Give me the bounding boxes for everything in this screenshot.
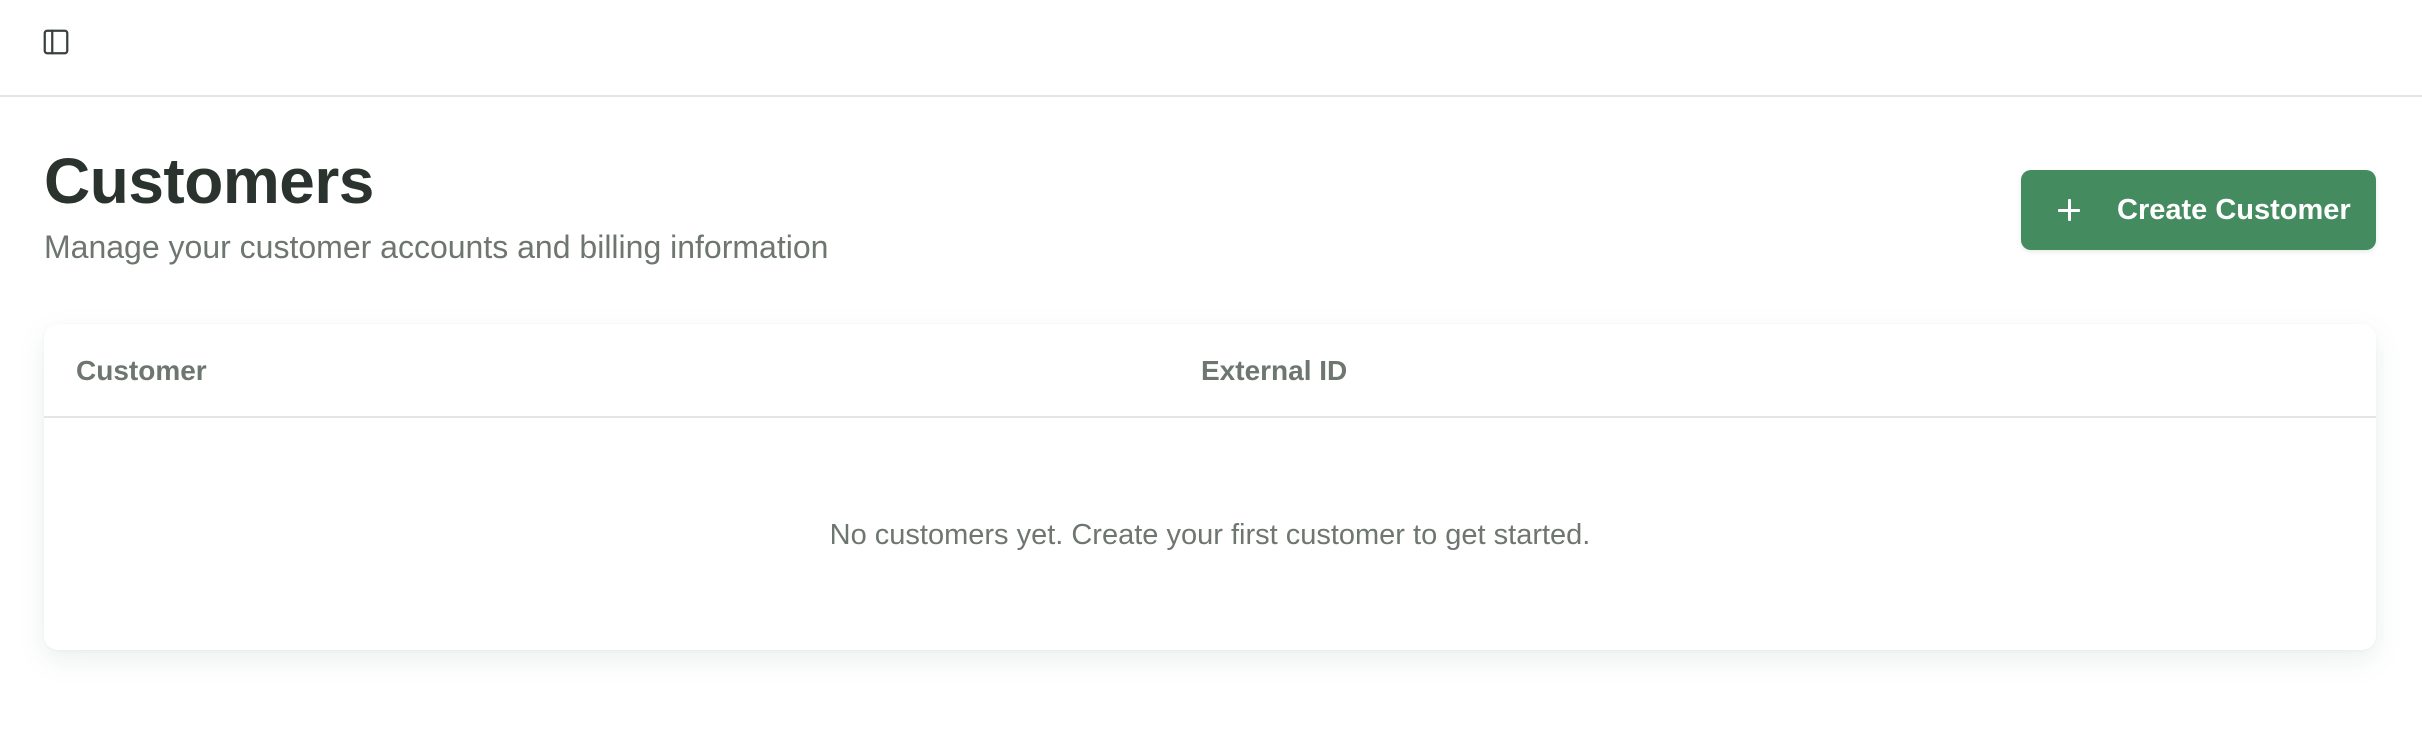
column-header-customer[interactable]: Customer [76, 324, 207, 418]
customers-table: Customer External ID No customers yet. C… [44, 324, 2376, 650]
create-customer-button[interactable]: Create Customer [2021, 170, 2376, 250]
column-header-external-id[interactable]: External ID [1201, 324, 1347, 418]
plus-icon [2057, 198, 2081, 222]
top-bar [0, 0, 2422, 97]
page-subtitle: Manage your customer accounts and billin… [44, 229, 829, 265]
sidebar-toggle-icon [43, 29, 69, 55]
table-header: Customer External ID [44, 324, 2376, 418]
page-header: Customers Manage your customer accounts … [44, 140, 1144, 268]
create-customer-label: Create Customer [2117, 193, 2351, 226]
empty-state-message: No customers yet. Create your first cust… [829, 518, 1591, 551]
sidebar-toggle-button[interactable] [36, 22, 76, 62]
page-title: Customers [44, 145, 374, 217]
